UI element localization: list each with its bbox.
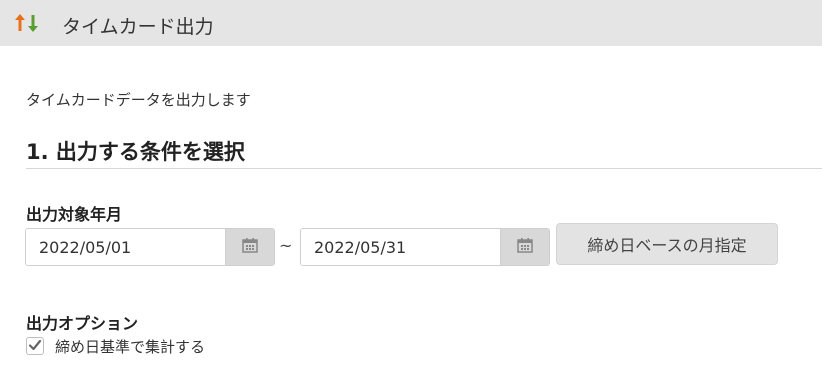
aggregate-by-closing-day-checkbox[interactable] <box>26 337 44 355</box>
period-label: 出力対象年月 <box>26 205 123 224</box>
section-title: 1. 出力する条件を選択 <box>26 140 245 164</box>
calendar-icon <box>517 237 533 257</box>
page-title: タイムカード出力 <box>62 16 214 38</box>
sort-arrows-icon <box>13 11 43 35</box>
intro-text: タイムカードデータを出力します <box>26 91 251 109</box>
date-to-group <box>300 228 550 266</box>
date-to-input[interactable] <box>301 229 502 265</box>
date-range-separator: ~ <box>279 236 293 255</box>
closing-day-month-button[interactable]: 締め日ベースの月指定 <box>556 223 778 265</box>
options-label: 出力オプション <box>26 314 139 333</box>
date-from-calendar-button[interactable] <box>225 229 274 265</box>
page-header: タイムカード出力 <box>0 0 822 46</box>
date-from-group <box>25 228 275 266</box>
checkmark-icon <box>28 337 42 356</box>
date-to-calendar-button[interactable] <box>500 229 549 265</box>
section-divider <box>26 168 822 169</box>
aggregate-by-closing-day-label: 締め日基準で集計する <box>55 338 206 356</box>
date-from-input[interactable] <box>26 229 227 265</box>
calendar-icon <box>242 237 258 257</box>
